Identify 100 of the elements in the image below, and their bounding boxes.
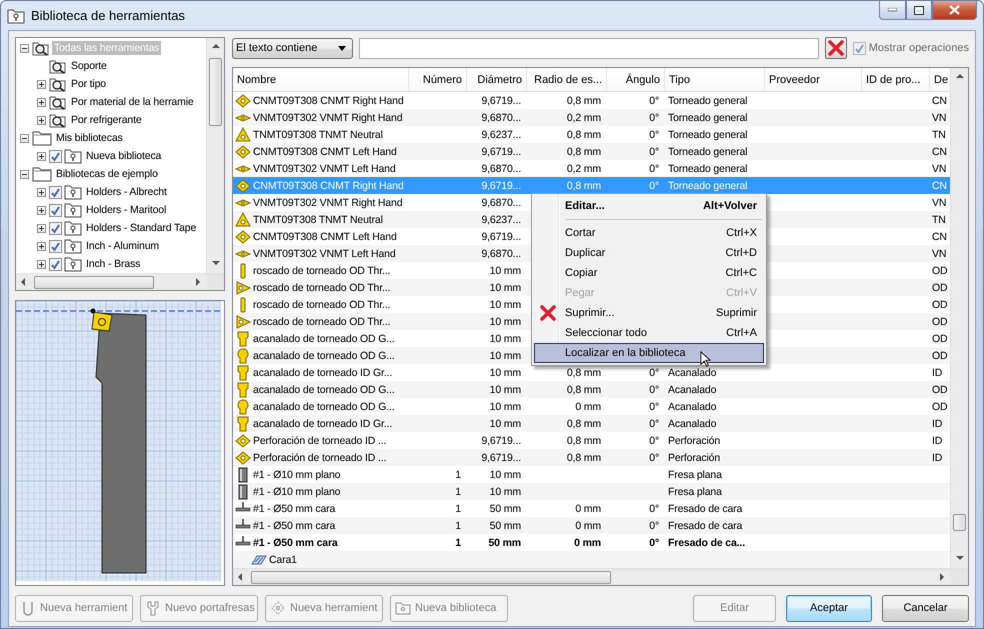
tool-name[interactable]: TNMT09T308 TNMT Neutral	[253, 128, 383, 140]
check-icon	[50, 186, 61, 198]
plus-icon	[38, 242, 45, 250]
plus-icon	[38, 98, 45, 106]
checkbox[interactable]	[49, 240, 62, 252]
column-header[interactable]: Ángulo	[607, 68, 665, 91]
tool-name[interactable]: CNMT09T308 CNMT Left Hand	[253, 230, 397, 242]
table-cell: 10 mm	[490, 400, 521, 412]
expand-toggle[interactable]	[37, 98, 46, 106]
expand-toggle[interactable]	[37, 80, 46, 88]
tree-item[interactable]: Holders - Maritool	[84, 203, 168, 217]
tree-item[interactable]: Por tipo	[69, 77, 108, 91]
menu-item[interactable]: Cortar Ctrl+X	[534, 223, 764, 243]
expand-toggle[interactable]	[37, 116, 46, 124]
checkbox[interactable]	[49, 222, 62, 234]
tool-name[interactable]: roscado de torneado OD Thr...	[253, 264, 390, 276]
horizontal-scrollbar[interactable]	[16, 273, 224, 290]
menu-item[interactable]: Localizar en la biblioteca	[534, 343, 764, 363]
expand-toggle[interactable]	[37, 224, 46, 232]
filter-dropdown[interactable]: El texto contiene	[232, 38, 353, 58]
table-cell: 9,6719...	[481, 146, 521, 158]
tool-name[interactable]: #1 - Ø50 mm cara	[253, 502, 336, 514]
column-header[interactable]: Radio de es...	[527, 68, 607, 91]
table-cell: 9,6870...	[481, 248, 521, 260]
column-header[interactable]: Proveedor	[765, 68, 862, 91]
tool-name[interactable]: acanalado de torneado OD G...	[253, 400, 395, 412]
plus-icon	[38, 260, 45, 268]
table-cell: 0°	[649, 434, 659, 446]
search-folder-icon	[49, 112, 67, 128]
maximize-button[interactable]	[906, 1, 932, 20]
dialog-button[interactable]: Aceptar	[786, 594, 872, 622]
tool-name[interactable]: VNMT09T302 VNMT Right Hand	[253, 112, 402, 124]
tool-name[interactable]: #1 - Ø50 mm cara	[253, 536, 338, 548]
collapse-toggle[interactable]	[20, 170, 29, 178]
tool-name[interactable]: VNMT09T302 VNMT Left Hand	[253, 162, 396, 174]
tool-name[interactable]: VNMT09T302 VNMT Left Hand	[253, 248, 396, 260]
checkbox[interactable]	[49, 258, 62, 270]
checkbox[interactable]	[49, 186, 62, 198]
tool-name[interactable]: CNMT09T308 CNMT Right Hand	[253, 94, 404, 106]
column-header[interactable]: ID de pro...	[862, 68, 930, 91]
collapse-toggle[interactable]	[20, 134, 29, 142]
menu-item[interactable]: Duplicar Ctrl+D	[534, 243, 764, 263]
vertical-scrollbar[interactable]	[950, 68, 968, 568]
tool-name[interactable]: roscado de torneado OD Thr...	[253, 316, 390, 328]
scrollbar-thumb[interactable]	[953, 514, 966, 531]
tree-item[interactable]: Inch - Brass	[84, 257, 142, 271]
tool-name[interactable]: roscado de torneado OD Thr...	[253, 298, 390, 310]
tool-name[interactable]: #1 - Ø50 mm cara	[253, 520, 336, 532]
tree-item[interactable]: Por material de la herramie	[69, 95, 196, 109]
column-header[interactable]: Nombre	[233, 68, 409, 91]
tree-item[interactable]: Bibliotecas de ejemplo	[54, 167, 160, 181]
tool-name[interactable]: acanalado de torneado ID Gr...	[253, 366, 392, 378]
tool-name[interactable]: roscado de torneado OD Thr...	[253, 282, 390, 294]
dropdown-arrow-icon	[338, 46, 346, 50]
expand-toggle[interactable]	[37, 206, 46, 214]
checkbox[interactable]	[49, 150, 62, 162]
tool-name[interactable]: Perforación de torneado ID ...	[253, 434, 386, 446]
column-header[interactable]: Tipo	[665, 68, 765, 91]
scrollbar-thumb[interactable]	[209, 58, 222, 126]
tree-item[interactable]: Por refrigerante	[69, 113, 144, 127]
expand-toggle[interactable]	[37, 242, 46, 250]
tool-name[interactable]: acanalado de torneado OD G...	[253, 332, 395, 344]
window-title: Biblioteca de herramientas	[31, 8, 186, 23]
tool-name[interactable]: acanalado de torneado ID Gr...	[253, 418, 392, 430]
tool-name[interactable]: acanalado de torneado OD G...	[253, 384, 395, 396]
tree-item[interactable]: Nueva biblioteca	[84, 149, 164, 163]
clear-filter-button[interactable]	[824, 37, 847, 59]
tree-item[interactable]: Soporte	[69, 59, 109, 73]
table-cell: 0°	[649, 536, 659, 548]
menu-item[interactable]: Editar... Alt+Volver	[534, 196, 764, 216]
tool-name[interactable]: TNMT09T308 TNMT Neutral	[253, 214, 383, 226]
expand-toggle[interactable]	[37, 188, 46, 196]
tree-item[interactable]: Mis bibliotecas	[54, 131, 125, 145]
column-header[interactable]: Diámetro	[467, 68, 527, 91]
tool-name[interactable]: Perforación de torneado ID ...	[253, 452, 386, 464]
close-button[interactable]	[932, 1, 977, 20]
search-field[interactable]	[359, 38, 819, 58]
collapse-toggle[interactable]	[20, 44, 29, 52]
scrollbar-thumb[interactable]	[251, 570, 611, 584]
tree-item[interactable]: Holders - Albrecht	[84, 185, 169, 199]
menu-item[interactable]: Suprimir... Suprimir	[534, 303, 764, 323]
vertical-scrollbar[interactable]	[206, 38, 224, 273]
checkbox[interactable]	[49, 204, 62, 216]
tool-name[interactable]: Cara1	[269, 554, 297, 566]
tool-name[interactable]: acanalado de torneado OD G...	[253, 350, 395, 362]
scrollbar-thumb[interactable]	[34, 276, 154, 288]
dialog-button[interactable]: Cancelar	[882, 594, 969, 622]
tree-item[interactable]: Holders - Standard Tape	[84, 221, 198, 235]
horizontal-scrollbar[interactable]	[233, 568, 968, 585]
tool-name[interactable]: #1 - Ø10 mm plano	[253, 468, 340, 480]
tool-name[interactable]: VNMT09T302 VNMT Right Hand	[253, 196, 402, 208]
column-header[interactable]: Número	[409, 68, 467, 91]
tool-name[interactable]: #1 - Ø10 mm plano	[253, 486, 340, 498]
minimize-button[interactable]	[879, 1, 906, 20]
tool-name[interactable]: CNMT09T308 CNMT Left Hand	[253, 146, 397, 158]
expand-toggle[interactable]	[37, 152, 46, 160]
menu-item[interactable]: Copiar Ctrl+C	[534, 263, 764, 283]
menu-item[interactable]: Seleccionar todo Ctrl+A	[534, 323, 764, 343]
tree-item[interactable]: Inch - Aluminum	[84, 239, 162, 253]
expand-toggle[interactable]	[37, 260, 46, 268]
